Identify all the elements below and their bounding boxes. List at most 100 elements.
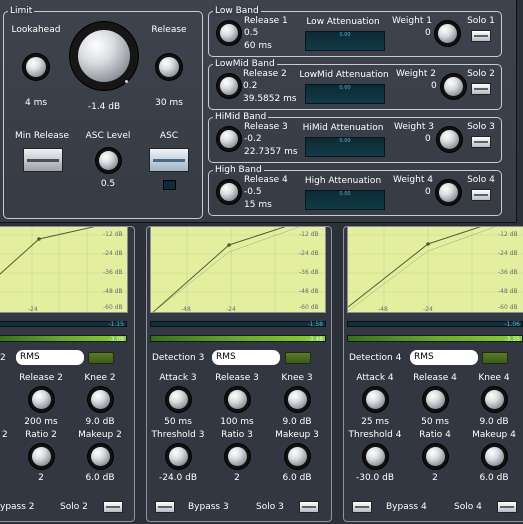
band4-release-time: 15 ms bbox=[244, 200, 272, 210]
band4-weight-knob[interactable] bbox=[436, 180, 461, 205]
bypass-label-4: Bypass 4 bbox=[386, 502, 427, 512]
band1-attenuation-meter: 0.00 bbox=[305, 31, 385, 51]
knee-knob-4[interactable] bbox=[482, 387, 507, 412]
detection-combo-2[interactable]: RMS bbox=[16, 350, 84, 365]
y-label: -48 dB bbox=[299, 288, 319, 295]
knee-knob-2[interactable] bbox=[88, 387, 113, 412]
band3-weight-knob[interactable] bbox=[437, 127, 462, 152]
limit-panel-title: Limit bbox=[8, 6, 35, 16]
transfer-graph-4: -12 dB -24 dB -36 dB -48 dB -60 dB -48 -… bbox=[347, 226, 523, 313]
band4-solo-button[interactable] bbox=[471, 189, 491, 201]
band1-weight-value: 0 bbox=[425, 28, 431, 38]
band2-solo-button[interactable] bbox=[471, 83, 491, 95]
band2-attenuation-meter: 0.00 bbox=[305, 84, 385, 104]
link-button-2[interactable] bbox=[88, 352, 114, 364]
makeup-value-3: 6.0 dB bbox=[282, 473, 312, 483]
release-value: 30 ms bbox=[155, 98, 183, 108]
ratio-knob-3[interactable] bbox=[225, 444, 250, 469]
x-label: -24 bbox=[226, 306, 236, 313]
link-button-4[interactable] bbox=[482, 352, 508, 364]
asc-label: ASC bbox=[159, 131, 179, 141]
band3-weight-label: Weight 3 bbox=[394, 122, 434, 132]
ratio-knob-2[interactable] bbox=[29, 444, 54, 469]
threshold-knob-3[interactable] bbox=[166, 444, 191, 469]
bypass-label-3: Bypass 3 bbox=[188, 502, 229, 512]
transfer-graph-2: -12 dB -24 dB -36 dB -48 dB -60 dB -24 bbox=[0, 226, 128, 313]
release-value-4: 50 ms bbox=[421, 417, 449, 427]
band1-solo-button[interactable] bbox=[471, 30, 491, 42]
detection-label-4: Detection 4 bbox=[349, 353, 402, 363]
x-label: -24 bbox=[423, 306, 433, 313]
band1-release-knob[interactable] bbox=[217, 21, 241, 45]
release-label: Release bbox=[151, 25, 187, 35]
meter-value: -3.08 bbox=[108, 336, 124, 343]
ratio-label-4: Ratio 4 bbox=[419, 430, 451, 440]
band2-release-label: Release 2 bbox=[243, 69, 287, 79]
himid-band-title: HiMid Band bbox=[213, 112, 269, 122]
meter-value: -3.35 bbox=[504, 336, 520, 343]
solo-button-3[interactable] bbox=[299, 501, 319, 513]
band3-release-knob[interactable] bbox=[217, 127, 241, 151]
band3-release-time: 22.7357 ms bbox=[244, 147, 298, 157]
knee-label-4: Knee 4 bbox=[478, 373, 510, 383]
attack-label-3: Attack 3 bbox=[159, 373, 197, 383]
makeup-knob-3[interactable] bbox=[285, 444, 310, 469]
asc-level-knob[interactable] bbox=[96, 148, 121, 173]
release-label-2: Release 2 bbox=[19, 373, 63, 383]
release-knob-4[interactable] bbox=[423, 387, 448, 412]
attack-knob-4[interactable] bbox=[363, 387, 388, 412]
ratio-label-3: Ratio 3 bbox=[221, 430, 253, 440]
gain-meter-3: -3.48 bbox=[150, 335, 326, 343]
limit-gain-knob[interactable] bbox=[70, 22, 138, 90]
band4-weight-label: Weight 4 bbox=[393, 175, 433, 185]
detection-label-2: 2 bbox=[0, 353, 6, 363]
lookahead-knob[interactable] bbox=[23, 54, 49, 80]
gain-meter-4: -3.35 bbox=[347, 335, 523, 343]
band2-release-knob[interactable] bbox=[217, 74, 241, 98]
band2-weight-knob[interactable] bbox=[441, 74, 466, 99]
band1-weight-knob[interactable] bbox=[435, 21, 460, 46]
release-label-3: Release 3 bbox=[215, 373, 259, 383]
level-meter-3: -1.58 bbox=[150, 321, 326, 328]
band4-solo-label: Solo 4 bbox=[467, 175, 495, 185]
attack-value-4: 25 ms bbox=[361, 417, 389, 427]
solo-button-4[interactable] bbox=[497, 501, 517, 513]
meter-value: 0.00 bbox=[339, 32, 351, 38]
attack-label-4: Attack 4 bbox=[356, 373, 394, 383]
band4-attenuation-label: High Attenuation bbox=[304, 176, 382, 186]
band3-attenuation-meter: 0.00 bbox=[305, 137, 385, 157]
knee-knob-3[interactable] bbox=[285, 387, 310, 412]
limit-gain-value: -1.4 dB bbox=[87, 102, 121, 112]
bypass-button-3[interactable] bbox=[155, 501, 175, 513]
y-label: -48 dB bbox=[498, 288, 518, 295]
release-knob-3[interactable] bbox=[225, 387, 250, 412]
makeup-label-3: Makeup 3 bbox=[275, 430, 319, 440]
ratio-value-3: 2 bbox=[234, 473, 240, 483]
band4-release-value: -0.5 bbox=[244, 187, 262, 197]
min-release-label: Min Release bbox=[15, 131, 69, 141]
threshold-knob-4[interactable] bbox=[363, 444, 388, 469]
release-knob[interactable] bbox=[156, 54, 182, 80]
y-label: -24 dB bbox=[498, 250, 518, 257]
ratio-knob-4[interactable] bbox=[423, 444, 448, 469]
band4-release-knob[interactable] bbox=[217, 180, 241, 204]
release-knob-2[interactable] bbox=[29, 387, 54, 412]
attack-knob-3[interactable] bbox=[166, 387, 191, 412]
makeup-knob-4[interactable] bbox=[482, 444, 507, 469]
band3-weight-value: 0 bbox=[425, 134, 431, 144]
detection-combo-3[interactable]: RMS bbox=[212, 350, 280, 365]
band4-release-label: Release 4 bbox=[244, 175, 288, 185]
detection-combo-4[interactable]: RMS bbox=[410, 350, 478, 365]
asc-toggle-button[interactable] bbox=[149, 148, 189, 172]
solo-button-2[interactable] bbox=[103, 501, 123, 513]
band1-attenuation-label: Low Attenuation bbox=[306, 17, 380, 27]
min-release-button[interactable] bbox=[23, 148, 63, 172]
high-band-title: High Band bbox=[213, 165, 264, 175]
meter-value: 0.00 bbox=[339, 191, 351, 197]
link-button-3[interactable] bbox=[285, 352, 311, 364]
band3-solo-button[interactable] bbox=[471, 136, 491, 148]
makeup-knob-2[interactable] bbox=[88, 444, 113, 469]
bypass-button-4[interactable] bbox=[352, 501, 372, 513]
y-label: -60 dB bbox=[103, 304, 123, 311]
band1-release-time: 60 ms bbox=[244, 41, 272, 51]
